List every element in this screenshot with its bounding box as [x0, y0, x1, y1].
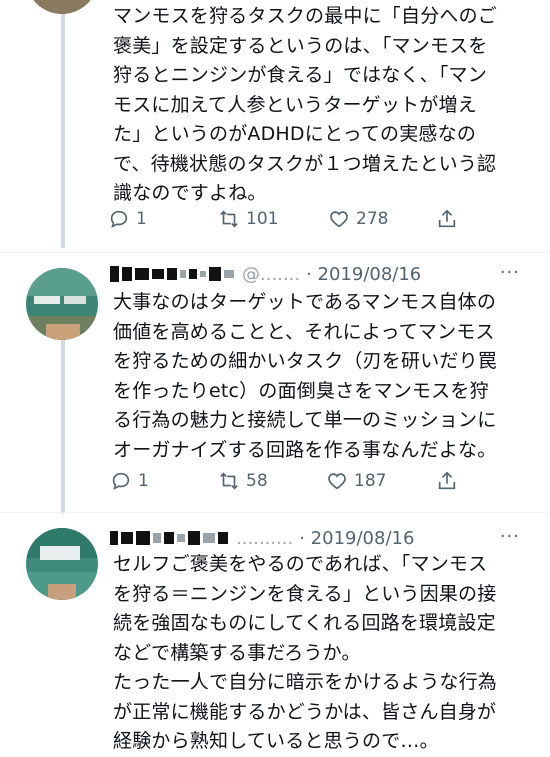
- handle[interactable]: ..........: [236, 528, 293, 549]
- reply-count: 1: [136, 209, 147, 229]
- like-count: 278: [356, 209, 389, 229]
- share-icon: [438, 471, 456, 490]
- more-icon[interactable]: ···: [500, 262, 520, 283]
- reply-icon: [112, 472, 130, 490]
- like-button[interactable]: 187: [326, 470, 386, 492]
- thread-line: [61, 338, 65, 514]
- tweet-actions: 1 58 187: [108, 470, 478, 496]
- like-count: 187: [354, 471, 387, 491]
- retweet-icon: [220, 472, 238, 490]
- reply-count: 1: [138, 471, 149, 491]
- share-button[interactable]: [436, 208, 458, 230]
- avatar[interactable]: [26, 268, 98, 340]
- reply-button[interactable]: 1: [110, 470, 149, 492]
- like-icon: [330, 211, 348, 228]
- share-button[interactable]: [436, 470, 458, 492]
- tweet-date[interactable]: · 2019/08/16: [306, 264, 421, 285]
- reply-button[interactable]: 1: [108, 208, 147, 230]
- divider: [0, 512, 550, 513]
- like-button[interactable]: 278: [328, 208, 388, 230]
- avatar[interactable]: [26, 528, 98, 600]
- more-icon[interactable]: ···: [500, 526, 520, 547]
- retweet-count: 101: [246, 209, 279, 229]
- like-icon: [328, 473, 346, 490]
- tweet-text: 大事なのはターゲットであるマンモス自体の 価値を高めることと、それによってマンモ…: [113, 291, 498, 461]
- share-icon: [438, 209, 456, 228]
- retweet-icon: [220, 210, 238, 228]
- tweet-header: @....... · 2019/08/16 ···: [110, 262, 530, 286]
- tweet-date[interactable]: · 2019/08/16: [299, 528, 414, 549]
- thread-line: [61, 0, 65, 248]
- tweet-header: .......... · 2019/08/16 ···: [110, 526, 530, 550]
- retweet-count: 58: [246, 471, 268, 491]
- reply-icon: [110, 210, 128, 228]
- retweet-button[interactable]: 58: [218, 470, 268, 492]
- divider: [0, 252, 550, 253]
- display-name[interactable]: [110, 266, 234, 282]
- retweet-button[interactable]: 101: [218, 208, 278, 230]
- handle[interactable]: @.......: [242, 264, 300, 285]
- display-name[interactable]: [110, 531, 228, 545]
- tweet-text: マンモスを狩るタスクの最中に「自分へのご 褒美」を設定するというのは、「マンモス…: [113, 5, 498, 204]
- avatar[interactable]: [26, 0, 98, 14]
- tweet-actions: 1 101 278: [108, 208, 478, 234]
- tweet-text: セルフご褒美をやるのであれば、「マンモス を狩る＝ニンジンを食える」という因果の…: [113, 553, 498, 752]
